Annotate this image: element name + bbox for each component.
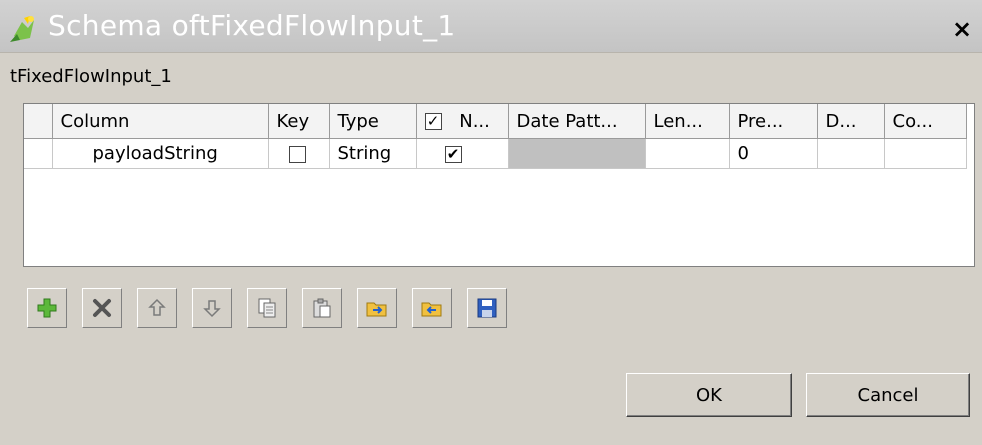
save-button[interactable] bbox=[467, 288, 507, 328]
talend-component-icon bbox=[10, 16, 34, 42]
key-checkbox[interactable] bbox=[288, 145, 306, 163]
key-header[interactable]: Key bbox=[268, 104, 330, 139]
copy-button[interactable] bbox=[247, 288, 287, 328]
nullable-header-label: N... bbox=[459, 110, 490, 132]
table-row[interactable]: payloadString String ✔ 0 bbox=[24, 138, 967, 169]
title-bar[interactable]: Schema oftFixedFlowInput_1 × bbox=[0, 0, 982, 53]
precision-cell[interactable]: 0 bbox=[729, 138, 818, 169]
window-title: Schema oftFixedFlowInput_1 bbox=[48, 9, 456, 42]
table-header-row: Column Key Type ✓ N... Date Patt... Len.… bbox=[24, 104, 967, 139]
import-icon bbox=[366, 302, 387, 317]
key-cell[interactable] bbox=[268, 138, 330, 169]
export-icon bbox=[421, 302, 442, 317]
export-button[interactable] bbox=[412, 288, 452, 328]
remove-icon bbox=[93, 299, 111, 317]
move-up-button[interactable] bbox=[137, 288, 177, 328]
comment-cell[interactable] bbox=[884, 138, 967, 169]
nullable-cell[interactable]: ✔ bbox=[416, 138, 509, 169]
move-down-button[interactable] bbox=[192, 288, 232, 328]
date-pattern-cell bbox=[508, 138, 646, 169]
add-icon bbox=[37, 298, 57, 318]
column-name-cell[interactable]: payloadString bbox=[52, 138, 269, 169]
paste-button[interactable] bbox=[302, 288, 342, 328]
ok-button[interactable]: OK bbox=[626, 373, 792, 417]
schema-table[interactable]: Column Key Type ✓ N... Date Patt... Len.… bbox=[23, 103, 975, 267]
type-cell[interactable]: String bbox=[329, 138, 417, 169]
comment-header[interactable]: Co... bbox=[884, 104, 967, 139]
default-header[interactable]: D... bbox=[817, 104, 885, 139]
move-down-icon bbox=[203, 300, 221, 318]
save-icon bbox=[477, 298, 497, 318]
column-header[interactable]: Column bbox=[52, 104, 269, 139]
default-cell[interactable] bbox=[817, 138, 885, 169]
length-cell[interactable] bbox=[645, 138, 730, 169]
cancel-button[interactable]: Cancel bbox=[806, 373, 970, 417]
nullable-checkbox[interactable]: ✔ bbox=[444, 145, 462, 163]
date-pattern-header[interactable]: Date Patt... bbox=[508, 104, 646, 139]
move-up-icon bbox=[148, 298, 166, 316]
remove-button[interactable] bbox=[82, 288, 122, 328]
copy-icon bbox=[258, 298, 276, 318]
row-selector[interactable] bbox=[24, 138, 53, 169]
paste-icon bbox=[313, 298, 331, 318]
import-button[interactable] bbox=[357, 288, 397, 328]
add-button[interactable] bbox=[27, 288, 67, 328]
type-header[interactable]: Type bbox=[329, 104, 417, 139]
row-selector-header bbox=[24, 104, 53, 139]
close-button[interactable]: × bbox=[948, 16, 976, 42]
length-header[interactable]: Len... bbox=[645, 104, 730, 139]
precision-header[interactable]: Pre... bbox=[729, 104, 818, 139]
nullable-header-checkbox[interactable]: ✓ bbox=[424, 113, 442, 130]
component-name-label: tFixedFlowInput_1 bbox=[10, 66, 172, 87]
nullable-header[interactable]: ✓ N... bbox=[416, 104, 509, 139]
